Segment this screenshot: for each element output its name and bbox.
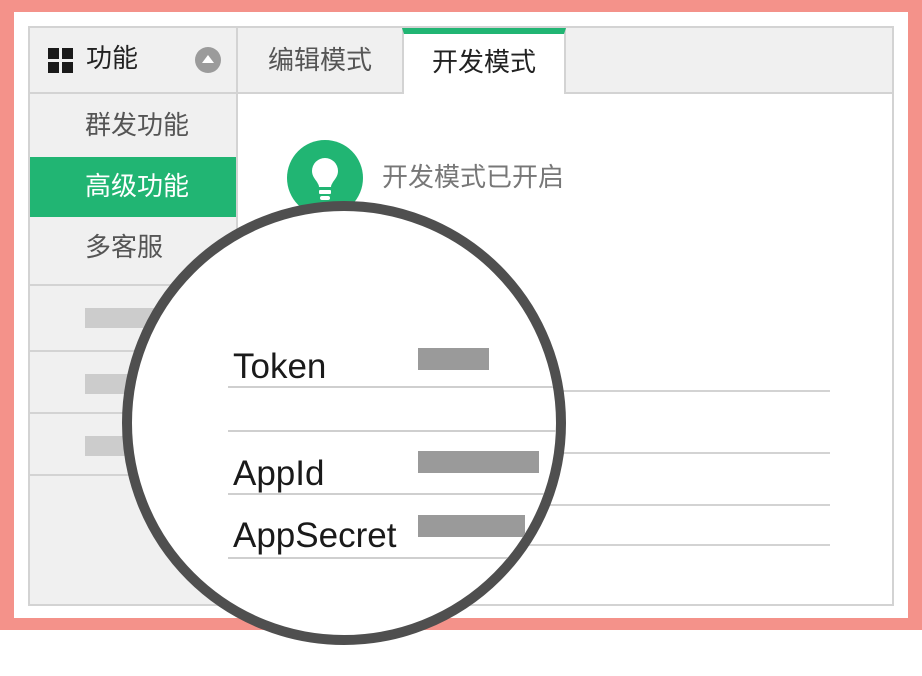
field-divider xyxy=(510,544,830,546)
sidebar-title: 功能 xyxy=(86,44,139,74)
sidebar-item-broadcast[interactable]: 群发功能 xyxy=(30,96,236,156)
sidebar-header[interactable]: 功能 xyxy=(30,28,236,94)
sidebar-item-advanced[interactable]: 高级功能 xyxy=(30,157,236,217)
grid-icon xyxy=(48,48,74,74)
tab-developer-mode[interactable]: 开发模式 xyxy=(402,28,566,94)
appid-value xyxy=(418,451,539,473)
token-label: Token xyxy=(233,347,327,386)
field-divider xyxy=(510,504,830,506)
field-divider xyxy=(228,493,556,495)
tab-edit-mode[interactable]: 编辑模式 xyxy=(238,28,402,94)
field-divider xyxy=(228,386,556,388)
magnifier-lens: Token AppId AppSecret xyxy=(122,201,566,645)
appid-label: AppId xyxy=(233,454,325,493)
tab-bar: 编辑模式 开发模式 xyxy=(238,28,892,94)
sidebar-item-label: 高级功能 xyxy=(85,172,190,202)
sidebar-item-label: 多客服 xyxy=(85,233,164,263)
collapse-icon[interactable] xyxy=(195,47,221,73)
token-value xyxy=(418,348,489,370)
sidebar-item-label: 群发功能 xyxy=(85,111,190,141)
appsecret-value xyxy=(418,515,525,537)
field-divider xyxy=(228,430,556,432)
developer-mode-status: 开发模式已开启 xyxy=(382,163,565,193)
appsecret-label: AppSecret xyxy=(233,516,397,555)
field-divider xyxy=(228,557,556,559)
